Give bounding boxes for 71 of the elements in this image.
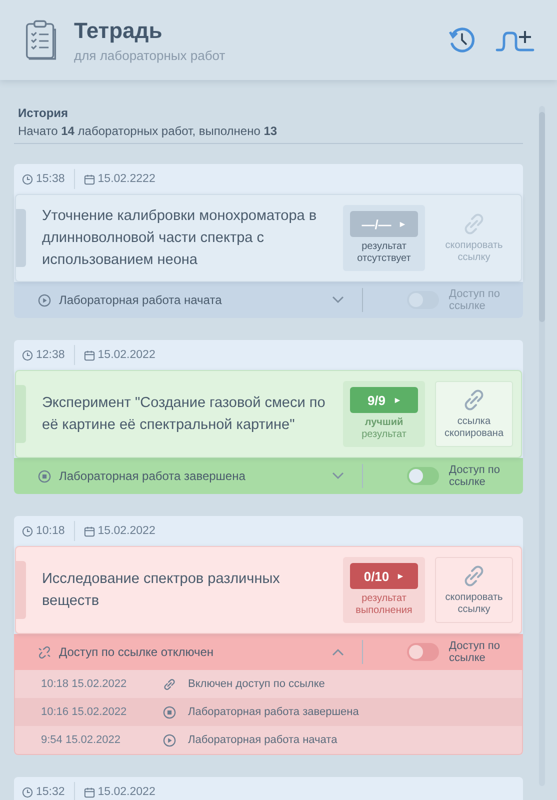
date-label: 15.02.2022 <box>98 786 156 798</box>
result-label: результат отсутствует <box>356 241 412 265</box>
calendar-icon <box>84 350 95 360</box>
date-label: 15.02.2022 <box>98 525 156 537</box>
link-icon <box>462 564 486 588</box>
status-dropdown[interactable]: Доступ по ссылке отключен <box>38 645 362 659</box>
copy-link-button[interactable]: ссылка скопирована <box>435 381 513 447</box>
time-label: 12:38 <box>36 349 65 361</box>
work-title: Уточнение калибровки монохроматора в длинноволновой части спектра с использованием неона <box>41 207 318 270</box>
drag-handle[interactable] <box>16 561 26 619</box>
work-title: Эксперимент "Создание газовой смеси по её картине её спектральной картине" <box>41 394 326 435</box>
calendar-icon <box>84 174 95 184</box>
log-row[interactable]: 10:16 15.02.2022 Лабораторная работа завершена <box>15 698 522 726</box>
drag-handle[interactable] <box>16 385 26 443</box>
history-summary: Начато 14 лабораторных работ, выполнено 13 <box>18 124 278 138</box>
link-icon <box>462 212 486 236</box>
app-subtitle: для лабораторных работ <box>74 48 226 62</box>
date-label: 15.02.2222 <box>98 173 156 185</box>
log-row[interactable]: 10:18 15.02.2022 Включен доступ по ссылке <box>15 670 522 698</box>
history-icon[interactable] <box>447 25 477 55</box>
drag-handle[interactable] <box>16 209 26 267</box>
log-time: 9:54 15.02.2022 <box>41 734 122 746</box>
time-label: 10:18 <box>36 525 65 537</box>
log-text: Лабораторная работа завершена <box>188 706 359 718</box>
play-icon <box>38 294 51 306</box>
access-label: Доступ по ссылке <box>449 288 501 312</box>
clipboard-checklist-icon <box>24 18 58 62</box>
chevron-down-icon <box>332 296 344 304</box>
work-card[interactable]: Эксперимент "Создание газовой смеси по её картине её спектральной картине" 9/9 лучший результат ссылка скопирована <box>15 370 522 458</box>
time-label: 15:38 <box>36 173 65 185</box>
stop-icon <box>38 470 51 482</box>
play-icon <box>399 220 406 228</box>
time-label: 15:32 <box>36 786 65 798</box>
play-icon <box>397 572 404 580</box>
broken-link-icon <box>38 646 51 658</box>
log-text: Лабораторная работа начата <box>188 734 338 746</box>
clock-icon <box>22 350 33 360</box>
app-title: Тетрадь <box>74 18 164 44</box>
status-dropdown[interactable]: Лабораторная работа завершена <box>38 469 362 483</box>
copy-link-button[interactable]: скопировать ссылку <box>435 557 513 623</box>
clock-icon <box>22 526 33 536</box>
calendar-icon <box>84 526 95 536</box>
clock-icon <box>22 786 33 798</box>
link-icon <box>462 388 486 412</box>
link-icon <box>163 678 176 690</box>
access-label: Доступ по ссылке <box>449 640 501 664</box>
work-title: Исследование спектров различных веществ <box>41 570 281 611</box>
work-card[interactable]: Исследование спектров различных веществ 0/10 результат выполнения скопировать ссылку <box>15 546 522 634</box>
clock-icon <box>22 174 33 184</box>
history-heading: История <box>18 106 70 120</box>
access-toggle[interactable] <box>407 467 439 485</box>
score-button[interactable]: 0/10 <box>350 563 418 589</box>
access-label: Доступ по ссылке <box>449 464 501 488</box>
stop-icon <box>163 706 176 718</box>
log-text: Включен доступ по ссылке <box>188 678 325 690</box>
play-icon <box>163 734 176 746</box>
scrollbar[interactable] <box>539 106 545 786</box>
result-label: лучший результат <box>360 417 408 441</box>
calendar-icon <box>84 786 95 798</box>
date-label: 15.02.2022 <box>98 349 156 361</box>
chevron-down-icon <box>332 472 344 480</box>
log-row[interactable]: 9:54 15.02.2022 Лабораторная работа начата <box>15 726 522 754</box>
play-icon <box>394 396 401 404</box>
log-time: 10:16 15.02.2022 <box>41 706 128 718</box>
chevron-up-icon <box>332 648 344 656</box>
access-toggle[interactable] <box>407 643 439 661</box>
work-card[interactable]: Уточнение калибровки монохроматора в длинноволновой части спектра с использованием неона —/— результат отсутствует скопировать ссылку <box>15 194 522 282</box>
status-dropdown[interactable]: Лабораторная работа начата <box>38 293 362 307</box>
log-time: 10:18 15.02.2022 <box>41 678 128 690</box>
score-button[interactable]: 9/9 <box>350 387 418 413</box>
result-label: результат выполнения <box>354 593 414 617</box>
